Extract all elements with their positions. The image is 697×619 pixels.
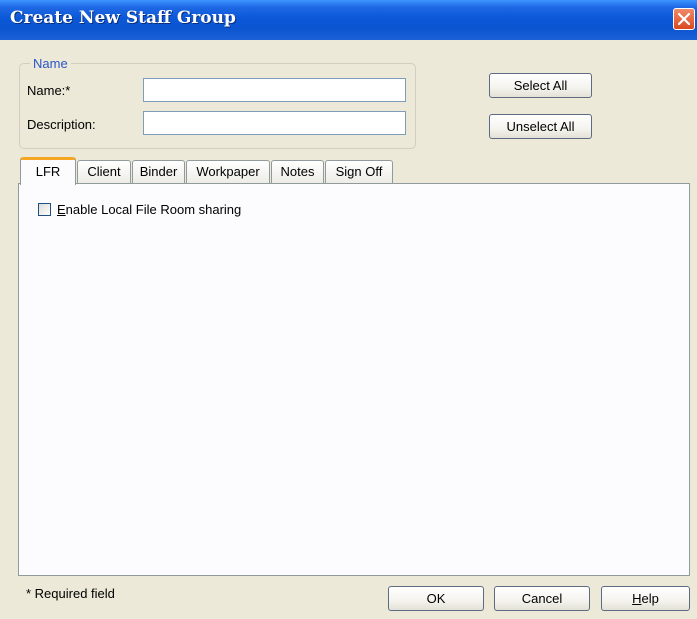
name-group-legend: Name: [30, 56, 71, 71]
title-bar[interactable]: Create New Staff Group: [0, 0, 697, 40]
help-label-text: elp: [641, 591, 659, 606]
window-title: Create New Staff Group: [10, 8, 236, 28]
unselect-all-button[interactable]: Unselect All: [489, 114, 592, 139]
tab-sign-off[interactable]: Sign Off: [325, 160, 393, 184]
enable-lfr-label-text: nable Local File Room sharing: [65, 202, 242, 217]
tab-panel-lfr: [18, 183, 690, 576]
enable-lfr-mnemonic: E: [57, 202, 66, 217]
enable-lfr-sharing-label[interactable]: Enable Local File Room sharing: [57, 202, 241, 217]
description-input[interactable]: [143, 111, 406, 135]
help-button[interactable]: Help: [601, 586, 690, 611]
enable-lfr-sharing-checkbox[interactable]: [38, 203, 51, 216]
select-all-button[interactable]: Select All: [489, 73, 592, 98]
tab-binder[interactable]: Binder: [132, 160, 185, 184]
dialog-window: Create New Staff Group Name Name:* Descr…: [0, 0, 697, 619]
ok-button[interactable]: OK: [388, 586, 484, 611]
help-mnemonic: H: [632, 591, 642, 606]
name-input[interactable]: [143, 78, 406, 102]
name-label: Name:*: [27, 83, 71, 98]
close-button[interactable]: [673, 8, 695, 30]
tab-lfr[interactable]: LFR: [20, 157, 76, 185]
tab-client[interactable]: Client: [77, 160, 131, 184]
tab-notes[interactable]: Notes: [271, 160, 324, 184]
name-group-box: [19, 63, 416, 149]
required-field-note: * Required field: [26, 586, 115, 601]
close-icon: [678, 13, 690, 25]
description-label: Description:: [27, 117, 96, 132]
tab-workpaper[interactable]: Workpaper: [186, 160, 270, 184]
cancel-button[interactable]: Cancel: [494, 586, 590, 611]
